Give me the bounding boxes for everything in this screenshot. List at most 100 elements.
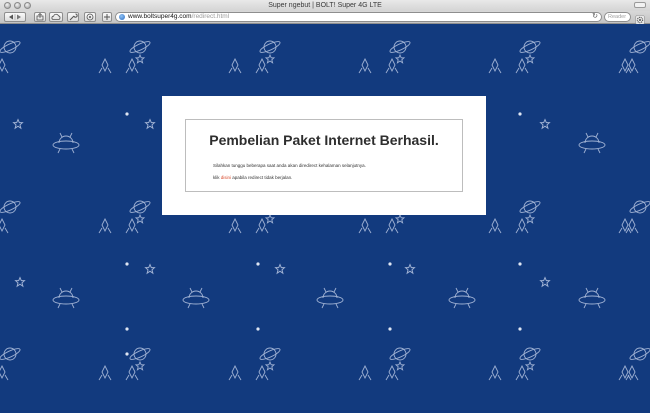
reload-icon[interactable]: ↻ (592, 13, 598, 21)
planet-icon (519, 40, 541, 54)
sparkle-icon (125, 327, 129, 331)
rocket-icon (515, 57, 529, 74)
ufo-icon (52, 132, 80, 154)
planet-icon (129, 40, 151, 54)
sparkle-icon (388, 262, 392, 266)
window-title: Super ngebut | BOLT! Super 4G LTE (268, 2, 382, 9)
rocket-icon (125, 57, 139, 74)
window-titlebar: Super ngebut | BOLT! Super 4G LTE (0, 0, 650, 11)
star-icon (394, 53, 406, 64)
add-tab-icon (104, 14, 110, 20)
planet-icon (629, 347, 650, 361)
planet-icon (389, 347, 411, 361)
globe-icon (119, 14, 125, 20)
share-button[interactable] (34, 12, 46, 22)
back-icon[interactable] (5, 13, 25, 21)
rocket-icon (98, 364, 112, 381)
rocket-icon (98, 217, 112, 234)
planet-icon (0, 200, 21, 214)
settings-button[interactable] (635, 12, 645, 25)
star-icon (394, 213, 406, 224)
star-icon (14, 276, 26, 288)
star-icon (274, 263, 286, 275)
sparkle-icon (125, 262, 129, 266)
sparkle-icon (256, 262, 260, 266)
rocket-icon (515, 217, 529, 234)
star-icon (134, 53, 146, 64)
star-icon (134, 213, 146, 224)
rocket-icon (255, 217, 269, 234)
redirect-message: Silahkan tunggu beberapa saat anda akan … (213, 163, 366, 168)
rocket-icon (98, 57, 112, 74)
star-icon (264, 360, 276, 371)
rocket-icon (228, 364, 242, 381)
reading-list-button[interactable] (84, 12, 96, 22)
star-icon (264, 213, 276, 224)
planet-icon (129, 200, 151, 214)
rocket-icon (358, 57, 372, 74)
sparkle-icon (518, 327, 522, 331)
rocket-icon (385, 57, 399, 74)
rocket-icon (488, 217, 502, 234)
page-content: Pembelian Paket Internet Berhasil. Silah… (0, 24, 650, 413)
icloud-tabs-button[interactable] (49, 12, 63, 22)
background-pattern (0, 40, 650, 381)
rocket-icon (515, 364, 529, 381)
planet-icon (129, 347, 151, 361)
star-icon (404, 263, 416, 275)
klik-text: klik (213, 175, 220, 180)
address-bar[interactable]: www.boltsuper4g.com/redirect.html ↻ (115, 12, 602, 22)
planet-icon (259, 40, 281, 54)
star-icon (134, 360, 146, 371)
browser-toolbar: www.boltsuper4g.com/redirect.html ↻ Read… (0, 11, 650, 25)
reader-button[interactable]: Reader (604, 12, 631, 22)
planet-icon (0, 347, 21, 361)
ufo-icon (182, 287, 210, 309)
develop-button[interactable] (67, 12, 79, 22)
rocket-icon (228, 57, 242, 74)
rocket-icon (488, 364, 502, 381)
back-forward-buttons[interactable] (4, 12, 26, 22)
rocket-icon (385, 364, 399, 381)
star-icon (539, 118, 551, 130)
star-icon (539, 276, 551, 288)
planet-icon (629, 40, 650, 54)
fallback-suffix: apabila redirect tidak berjalan. (232, 175, 293, 180)
planet-icon (389, 40, 411, 54)
reading-list-icon (86, 13, 94, 21)
ufo-icon (578, 132, 606, 154)
planet-icon (0, 40, 21, 54)
wrench-icon (69, 13, 78, 21)
sparkle-icon (125, 112, 129, 116)
star-icon (394, 360, 406, 371)
rocket-icon (0, 57, 9, 74)
planet-icon (629, 200, 650, 214)
share-icon (36, 12, 44, 21)
planet-icon (519, 347, 541, 361)
sparkle-icon (518, 262, 522, 266)
star-icon (144, 118, 156, 130)
star-icon (524, 213, 536, 224)
planet-icon (519, 200, 541, 214)
star-icon (144, 263, 156, 275)
forward-icon (17, 14, 21, 20)
rocket-icon (125, 364, 139, 381)
url-text[interactable]: www.boltsuper4g.com/redirect.html (128, 13, 229, 21)
toolbar-toggle-button[interactable] (634, 2, 646, 8)
star-icon (524, 53, 536, 64)
rocket-icon (255, 57, 269, 74)
page-title: Pembelian Paket Internet Berhasil. (209, 132, 439, 148)
sparkle-icon (256, 327, 260, 331)
rocket-icon (228, 217, 242, 234)
add-tab-button[interactable] (102, 12, 112, 22)
redirect-link[interactable]: disini (221, 175, 231, 180)
sparkle-icon (125, 352, 129, 356)
rocket-icon (0, 364, 9, 381)
redirect-fallback-text: klik disini apabila redirect tidak berja… (213, 175, 292, 180)
planet-icon (259, 347, 281, 361)
rocket-icon (385, 217, 399, 234)
ufo-icon (316, 287, 344, 309)
star-icon (264, 53, 276, 64)
ufo-icon (578, 287, 606, 309)
ufo-icon (448, 287, 476, 309)
